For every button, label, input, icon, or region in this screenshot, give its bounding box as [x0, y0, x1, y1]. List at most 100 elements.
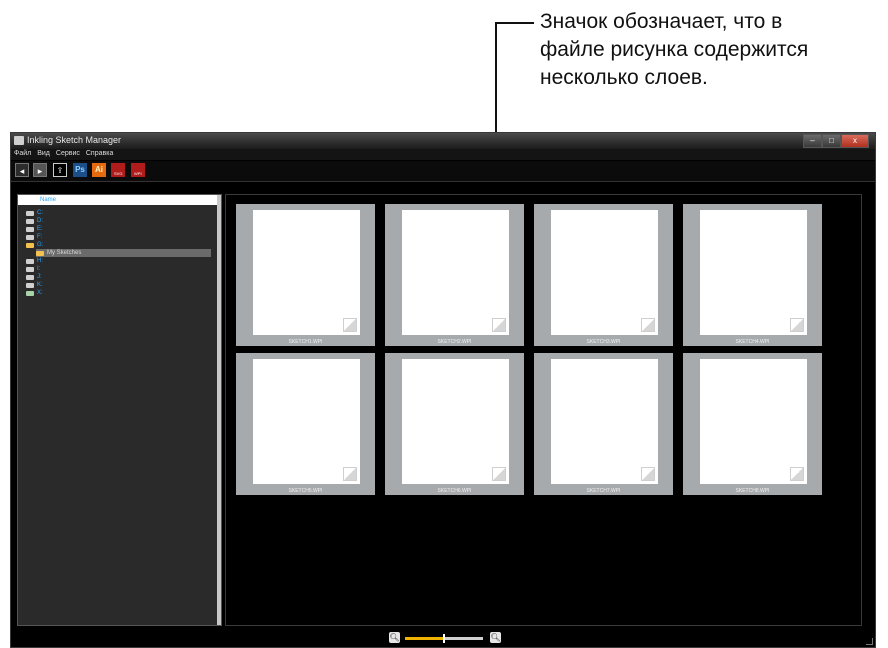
wpi-export-button[interactable]: WPI [131, 163, 145, 177]
tree-drive-item[interactable]: X: [26, 289, 217, 297]
layers-icon [641, 467, 655, 481]
sketch-page-preview [402, 210, 509, 335]
sketch-thumbnail[interactable]: SKETCH1.WPI [236, 204, 375, 346]
close-button[interactable]: x [841, 134, 869, 148]
svg-badge: SVG [114, 171, 123, 176]
tree-item-label: I: [37, 266, 41, 272]
window-title: Inkling Sketch Manager [27, 135, 122, 145]
sketch-filename: SKETCH4.WPI [735, 339, 770, 345]
annotation-text: Значок обозначает, что в файле рисунка с… [540, 8, 880, 92]
sketch-filename: SKETCH6.WPI [437, 488, 472, 494]
sketch-filename: SKETCH5.WPI [288, 488, 323, 494]
tree-item-label: My Sketches [47, 250, 82, 256]
sketch-filename: SKETCH3.WPI [586, 339, 621, 345]
sketch-thumbnail[interactable]: SKETCH6.WPI [385, 353, 524, 495]
sketch-thumbnail[interactable]: SKETCH8.WPI [683, 353, 822, 495]
sketch-thumbnail[interactable]: SKETCH7.WPI [534, 353, 673, 495]
folder-icon [36, 250, 44, 256]
annotation-line-1: Значок обозначает, что в [540, 10, 783, 33]
drive-icon [26, 226, 34, 232]
app-icon [14, 136, 24, 145]
illustrator-label: Ai [95, 165, 103, 174]
minimize-button[interactable]: – [803, 134, 822, 148]
sketch-filename: SKETCH2.WPI [437, 339, 472, 345]
wpi-badge: WPI [134, 171, 142, 176]
zoom-slider-handle[interactable] [443, 634, 445, 643]
tree-drive-item[interactable]: F: [26, 233, 217, 241]
app-window: Inkling Sketch Manager – □ x Файл Вид Се… [10, 132, 876, 648]
photoshop-export-button[interactable]: Ps [73, 163, 87, 177]
drive-icon [26, 274, 34, 280]
menu-view[interactable]: Вид [34, 149, 53, 160]
sketch-thumbnail[interactable]: SKETCH4.WPI [683, 204, 822, 346]
tree-item-label: J: [37, 274, 42, 280]
tree-item-label: G: [37, 242, 44, 248]
menu-file[interactable]: Файл [11, 149, 34, 160]
sketch-page-preview [700, 359, 807, 484]
export-icon[interactable]: ⇪ [53, 163, 67, 177]
sketch-filename: SKETCH7.WPI [586, 488, 621, 494]
photoshop-label: Ps [75, 165, 85, 174]
tree-drive-item[interactable]: C: [26, 209, 217, 217]
tree-drive-item[interactable]: D: [26, 217, 217, 225]
sketch-page-preview [551, 359, 658, 484]
layers-icon [492, 467, 506, 481]
sidebar-scrollbar[interactable] [217, 195, 221, 625]
menu-help[interactable]: Справка [83, 149, 116, 160]
sketch-thumbnail[interactable]: SKETCH3.WPI [534, 204, 673, 346]
sketch-thumbnail[interactable]: SKETCH5.WPI [236, 353, 375, 495]
menu-tools[interactable]: Сервис [53, 149, 83, 160]
drive-icon [26, 218, 34, 224]
layers-icon [343, 318, 357, 332]
sketch-filename: SKETCH1.WPI [288, 339, 323, 345]
menu-bar: Файл Вид Сервис Справка [11, 149, 875, 160]
toolbar: ◂ ▸ ⇪ Ps Ai SVG WPI [11, 161, 875, 182]
sketch-page-preview [700, 210, 807, 335]
tree-item-label: K: [37, 282, 43, 288]
zoom-out-icon[interactable]: 🔍︎ [389, 632, 400, 643]
tree-drive-item[interactable]: H: [26, 257, 217, 265]
drive-icon [26, 258, 34, 264]
folder-tree-panel: Name C: D: E: F: G: My Sketches H: I: J: K: X: [17, 194, 222, 626]
sketch-page-preview [253, 210, 360, 335]
maximize-button[interactable]: □ [822, 134, 841, 148]
zoom-slider-fill [405, 637, 444, 640]
window-controls: – □ x [803, 134, 869, 148]
sketch-page-preview [551, 210, 658, 335]
tree-item-label: E: [37, 226, 43, 232]
tree-column-header[interactable]: Name [18, 195, 217, 205]
drive-icon [26, 290, 34, 296]
tree-drive-item[interactable]: J: [26, 273, 217, 281]
tree-item-label: F: [37, 234, 43, 240]
tree-item-label: X: [37, 290, 43, 296]
back-arrow-icon[interactable]: ◂ [15, 163, 29, 177]
folder-tree: C: D: E: F: G: My Sketches H: I: J: K: X: [26, 209, 217, 297]
annotation-line-3: несколько слоев. [540, 66, 708, 89]
zoom-slider[interactable] [405, 634, 483, 643]
zoom-in-icon[interactable]: 🔍︎ [490, 632, 501, 643]
annotation-line-2: файле рисунка содержится [540, 38, 809, 61]
tree-drive-item[interactable]: I: [26, 265, 217, 273]
drive-icon [26, 210, 34, 216]
drive-icon [26, 234, 34, 240]
illustrator-export-button[interactable]: Ai [92, 163, 106, 177]
title-bar[interactable]: Inkling Sketch Manager – □ x [11, 133, 875, 149]
tree-item-label: D: [37, 218, 43, 224]
layers-icon [343, 467, 357, 481]
folder-icon [26, 242, 34, 248]
tree-drive-item[interactable]: K: [26, 281, 217, 289]
sketch-filename: SKETCH8.WPI [735, 488, 770, 494]
drive-icon [26, 266, 34, 272]
thumbnail-grid: SKETCH1.WPI SKETCH2.WPI SKETCH3.WPI SKETCH4… [225, 194, 862, 626]
resize-grip[interactable] [866, 638, 873, 645]
tree-drive-item[interactable]: E: [26, 225, 217, 233]
svg-export-button[interactable]: SVG [111, 163, 125, 177]
sketch-page-preview [253, 359, 360, 484]
tree-item-label: H: [37, 258, 43, 264]
layers-icon [790, 467, 804, 481]
sketch-thumbnail[interactable]: SKETCH2.WPI [385, 204, 524, 346]
tree-folder-item[interactable]: My Sketches [36, 249, 211, 257]
tree-drive-item[interactable]: G: [26, 241, 217, 249]
layers-icon [492, 318, 506, 332]
forward-arrow-icon[interactable]: ▸ [33, 163, 47, 177]
